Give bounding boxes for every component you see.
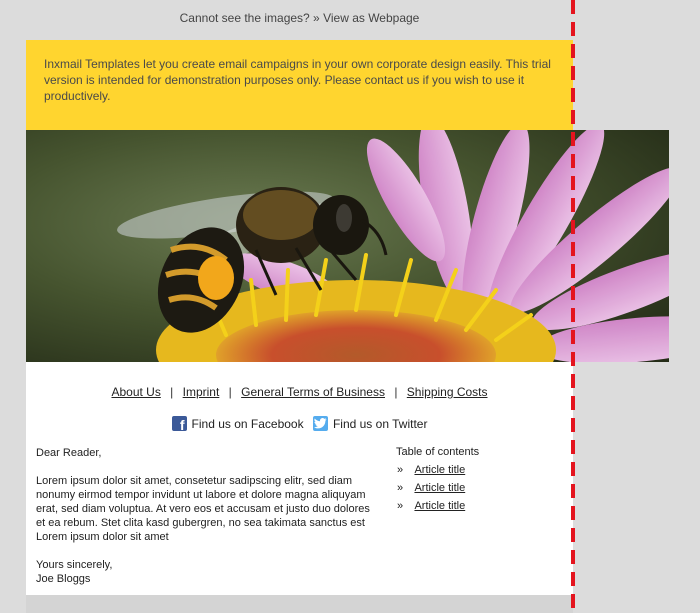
- facebook-link[interactable]: Find us on Facebook: [171, 416, 304, 433]
- twitter-label: Find us on Twitter: [332, 416, 428, 431]
- toc-bullet: »: [397, 482, 404, 494]
- letter-body: Dear Reader, Lorem ipsum dolor sit amet,…: [36, 446, 381, 586]
- nav-link-about-us[interactable]: About Us: [111, 385, 160, 399]
- nav-separator: |: [228, 385, 232, 399]
- toc-list: » Article title » Article title » Articl…: [396, 464, 566, 513]
- nav-link-shipping[interactable]: Shipping Costs: [407, 385, 488, 399]
- trial-notice: Inxmail Templates let you create email c…: [26, 40, 573, 130]
- email-content-card: About Us | Imprint | General Terms of Bu…: [26, 362, 573, 595]
- nav-link-imprint[interactable]: Imprint: [183, 385, 220, 399]
- table-of-contents: Table of contents » Article title » Arti…: [396, 446, 566, 518]
- facebook-label: Find us on Facebook: [191, 416, 304, 431]
- toc-link[interactable]: Article title: [414, 482, 465, 494]
- toc-item: » Article title: [396, 482, 566, 495]
- toc-title: Table of contents: [396, 446, 480, 458]
- width-guide-line: [571, 0, 575, 613]
- social-links: Find us on Facebook Find us on Twitter: [26, 416, 573, 434]
- toc-link[interactable]: Article title: [414, 500, 465, 512]
- toc-bullet: »: [397, 464, 404, 476]
- toc-bullet: »: [397, 500, 404, 512]
- facebook-icon: [171, 416, 187, 433]
- nav-separator: |: [394, 385, 398, 399]
- preheader-strip: Cannot see the images? » View as Webpage: [0, 0, 700, 40]
- view-as-webpage-link[interactable]: Cannot see the images? » View as Webpage: [26, 11, 573, 25]
- letter-signature: Joe Bloggs: [36, 573, 91, 585]
- footer-nav: About Us | Imprint | General Terms of Bu…: [26, 385, 573, 399]
- nav-link-terms[interactable]: General Terms of Business: [241, 385, 385, 399]
- nav-separator: |: [170, 385, 174, 399]
- email-preview-canvas: Cannot see the images? » View as Webpage…: [0, 0, 700, 613]
- letter-greeting: Dear Reader,: [36, 447, 102, 459]
- toc-item: » Article title: [396, 500, 566, 513]
- letter-paragraph: Lorem ipsum dolor sit amet, consetetur s…: [36, 475, 370, 543]
- letter-closing: Yours sincerely,: [36, 559, 113, 571]
- twitter-link[interactable]: Find us on Twitter: [312, 416, 428, 431]
- trial-notice-text: Inxmail Templates let you create email c…: [44, 57, 551, 103]
- twitter-icon: [312, 416, 328, 431]
- footer-strip: [26, 595, 573, 613]
- toc-item: » Article title: [396, 464, 566, 477]
- toc-link[interactable]: Article title: [414, 464, 465, 476]
